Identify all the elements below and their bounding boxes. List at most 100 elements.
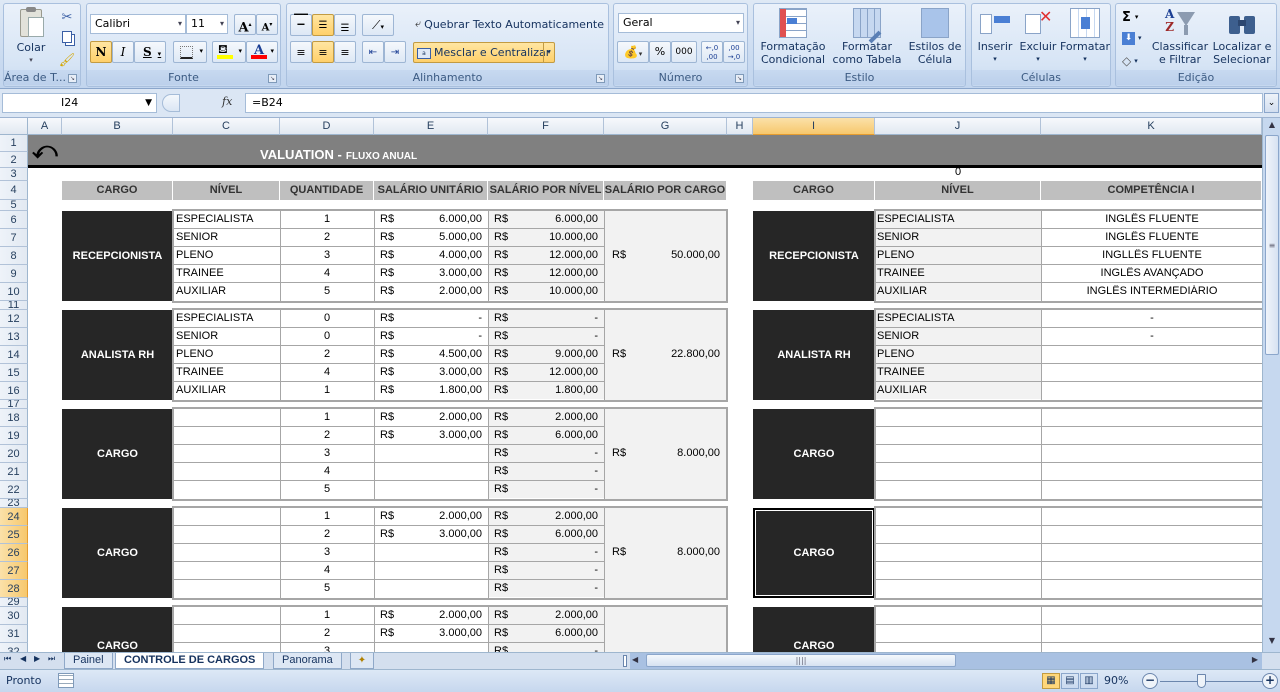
- level-right-cell[interactable]: AUXILIAR: [877, 384, 1037, 396]
- quantity-cell[interactable]: 5: [280, 483, 374, 495]
- level-right-cell[interactable]: SENIOR: [877, 330, 1037, 342]
- competency-cell[interactable]: INGLÊS FLUENTE: [1042, 231, 1262, 243]
- fill-button[interactable]: ⬇ ▾: [1122, 30, 1142, 46]
- sheet-tab-panorama[interactable]: Panorama: [273, 653, 342, 669]
- salary-per-level-cell[interactable]: -: [512, 465, 598, 477]
- row-header-28[interactable]: 28: [0, 580, 28, 598]
- font-color-button[interactable]: A ▾: [246, 41, 278, 63]
- fill-color-button[interactable]: ⛾ ▾: [212, 41, 246, 63]
- salary-per-level-cell[interactable]: 10.000,00: [512, 231, 598, 243]
- unit-salary-cell[interactable]: 2.000,00: [400, 285, 482, 297]
- row-header-16[interactable]: 16: [0, 382, 28, 400]
- quantity-cell[interactable]: 0: [280, 330, 374, 342]
- quantity-cell[interactable]: 1: [280, 609, 374, 621]
- row-header-4[interactable]: 4: [0, 181, 28, 200]
- salary-per-level-cell[interactable]: 2.000,00: [512, 411, 598, 423]
- find-select-button[interactable]: Localizar e Selecionar: [1208, 8, 1276, 66]
- competency-cell[interactable]: -: [1042, 330, 1262, 342]
- column-header-g[interactable]: G: [604, 118, 727, 135]
- nivel-cell[interactable]: PLENO: [176, 249, 276, 261]
- row-header-10[interactable]: 10: [0, 283, 28, 301]
- column-header-c[interactable]: C: [173, 118, 280, 135]
- unit-salary-cell[interactable]: 3.000,00: [400, 267, 482, 279]
- row-header-8[interactable]: 8: [0, 247, 28, 265]
- column-header-f[interactable]: F: [488, 118, 604, 135]
- quantity-cell[interactable]: 4: [280, 267, 374, 279]
- salary-per-level-cell[interactable]: -: [512, 564, 598, 576]
- quantity-cell[interactable]: 1: [280, 411, 374, 423]
- row-header-3[interactable]: 3: [0, 168, 28, 181]
- row-header-24[interactable]: 24: [0, 508, 28, 526]
- cargo-label-right[interactable]: ANALISTA RH: [753, 310, 875, 400]
- unit-salary-cell[interactable]: 3.000,00: [400, 429, 482, 441]
- salary-per-level-cell[interactable]: 6.000,00: [512, 627, 598, 639]
- column-header-b[interactable]: B: [62, 118, 173, 135]
- salary-per-level-cell[interactable]: -: [512, 582, 598, 594]
- borders-button[interactable]: ▾: [173, 41, 207, 63]
- competency-cell[interactable]: INGLÊS AVANÇADO: [1042, 267, 1262, 279]
- row-header-15[interactable]: 15: [0, 364, 28, 382]
- salary-per-level-cell[interactable]: 6.000,00: [512, 429, 598, 441]
- row-header-6[interactable]: 6: [0, 211, 28, 229]
- unit-salary-cell[interactable]: 2.000,00: [400, 411, 482, 423]
- level-right-cell[interactable]: ESPECIALISTA: [877, 213, 1037, 225]
- view-page-layout-button[interactable]: ▤: [1061, 673, 1079, 689]
- row-header-25[interactable]: 25: [0, 526, 28, 544]
- view-page-break-button[interactable]: ▥: [1080, 673, 1098, 689]
- nivel-cell[interactable]: AUXILIAR: [176, 285, 276, 297]
- row-header-22[interactable]: 22: [0, 481, 28, 499]
- horizontal-scroll-thumb[interactable]: ||||: [646, 654, 956, 667]
- scroll-left-arrow-icon[interactable]: ◀: [632, 655, 638, 664]
- salary-per-level-cell[interactable]: -: [512, 330, 598, 342]
- cargo-label-right[interactable]: RECEPCIONISTA: [753, 211, 875, 301]
- unit-salary-cell[interactable]: 3.000,00: [400, 627, 482, 639]
- font-name-select[interactable]: Calibri ▾: [90, 14, 186, 34]
- macro-record-icon[interactable]: [58, 673, 74, 688]
- underline-button[interactable]: S ▾: [134, 41, 166, 63]
- align-middle-button[interactable]: ☰: [312, 14, 334, 36]
- horizontal-scrollbar[interactable]: ◀ |||| ▶: [630, 653, 1262, 669]
- competency-cell[interactable]: INGLÊS INTERMEDIÁRIO: [1042, 285, 1262, 297]
- tab-nav-first-icon[interactable]: ⏮: [4, 654, 11, 664]
- column-header-e[interactable]: E: [374, 118, 488, 135]
- row-header-12[interactable]: 12: [0, 310, 28, 328]
- quantity-cell[interactable]: 1: [280, 384, 374, 396]
- formula-input[interactable]: =B24: [245, 93, 1263, 113]
- salary-per-level-cell[interactable]: 6.000,00: [512, 528, 598, 540]
- quantity-cell[interactable]: 1: [280, 510, 374, 522]
- bold-button[interactable]: N: [90, 41, 112, 63]
- nivel-cell[interactable]: SENIOR: [176, 330, 276, 342]
- italic-button[interactable]: I: [112, 41, 134, 63]
- salary-per-level-cell[interactable]: 12.000,00: [512, 267, 598, 279]
- scroll-up-arrow-icon[interactable]: ▲: [1265, 120, 1279, 134]
- dialog-launcher-icon[interactable]: ↘: [735, 74, 744, 83]
- zoom-slider-track[interactable]: [1160, 681, 1268, 682]
- salary-per-level-cell[interactable]: -: [512, 447, 598, 459]
- conditional-formatting-button[interactable]: Formatação Condicional: [756, 8, 830, 66]
- nivel-cell[interactable]: TRAINEE: [176, 366, 276, 378]
- salary-per-level-cell[interactable]: -: [512, 483, 598, 495]
- align-top-button[interactable]: ▔▔ ▔: [290, 14, 312, 36]
- cargo-label-right[interactable]: CARGO: [753, 409, 875, 499]
- nivel-cell[interactable]: PLENO: [176, 348, 276, 360]
- cut-icon[interactable]: ✂: [58, 8, 76, 26]
- row-header-13[interactable]: 13: [0, 328, 28, 346]
- row-header-9[interactable]: 9: [0, 265, 28, 283]
- nivel-cell[interactable]: AUXILIAR: [176, 384, 276, 396]
- quantity-cell[interactable]: 1: [280, 213, 374, 225]
- row-header-19[interactable]: 19: [0, 427, 28, 445]
- salary-per-level-cell[interactable]: -: [512, 546, 598, 558]
- percent-button[interactable]: %: [649, 41, 671, 63]
- row-header-11[interactable]: 11: [0, 301, 28, 310]
- unit-salary-cell[interactable]: 4.500,00: [400, 348, 482, 360]
- column-header-k[interactable]: K: [1041, 118, 1262, 135]
- tab-nav-prev-icon[interactable]: ◀: [20, 654, 26, 663]
- row-header-27[interactable]: 27: [0, 562, 28, 580]
- salary-per-level-cell[interactable]: -: [512, 312, 598, 324]
- tab-split-handle[interactable]: [623, 655, 627, 667]
- quantity-cell[interactable]: 5: [280, 582, 374, 594]
- scroll-right-arrow-icon[interactable]: ▶: [1252, 655, 1258, 664]
- nivel-cell[interactable]: ESPECIALISTA: [176, 312, 276, 324]
- increase-decimal-button[interactable]: ←,0,00: [701, 41, 723, 63]
- thousands-button[interactable]: 000: [671, 41, 697, 63]
